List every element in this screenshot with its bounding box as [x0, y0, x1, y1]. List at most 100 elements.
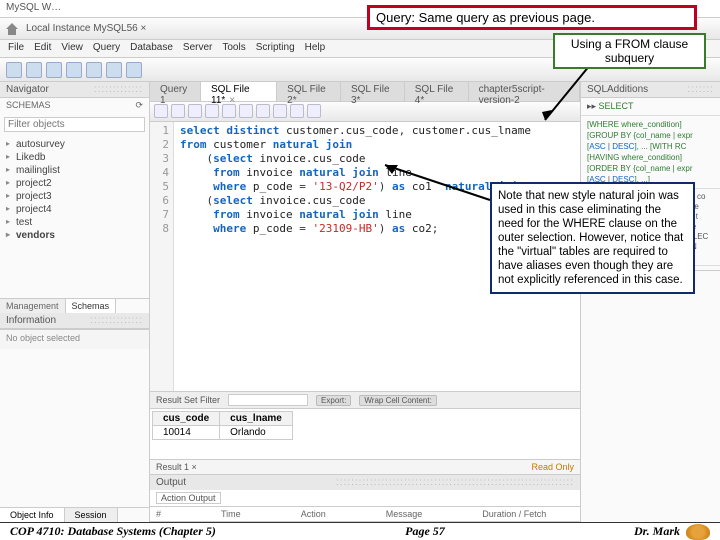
cell[interactable]: 10014	[153, 426, 220, 440]
cell[interactable]: Orlando	[220, 426, 293, 440]
out-col: #	[156, 509, 161, 519]
select-keyword: SELECT	[599, 101, 634, 111]
editor-tool-btn[interactable]	[171, 104, 185, 118]
navigator-header: Navigator :::::::::::::	[0, 82, 149, 98]
iconbar-btn[interactable]	[66, 62, 82, 78]
schema-item[interactable]: project4	[6, 203, 143, 216]
menu-tools[interactable]: Tools	[222, 42, 245, 55]
result-tab[interactable]: Result 1 ×	[156, 462, 197, 472]
menu-edit[interactable]: Edit	[34, 42, 51, 55]
output-header: Output :::::::::::::::::::::::::::::::::…	[150, 474, 580, 490]
schema-item[interactable]: project2	[6, 177, 143, 190]
editor-tool-btn[interactable]	[290, 104, 304, 118]
menu-scripting[interactable]: Scripting	[256, 42, 295, 55]
output-type-select[interactable]: Action Output	[156, 492, 221, 504]
close-icon[interactable]: ×	[229, 95, 235, 106]
slide-footer: COP 4710: Database Systems (Chapter 5) P…	[0, 522, 720, 540]
schemas-label: SCHEMAS	[6, 100, 51, 111]
tab-sqlfile3[interactable]: SQL File 3*	[341, 82, 405, 101]
schema-item[interactable]: project3	[6, 190, 143, 203]
hint-line: [WHERE where_condition]	[587, 119, 714, 130]
annotation-text: Query: Same query as previous page.	[376, 10, 595, 25]
home-icon[interactable]	[4, 21, 20, 37]
result-filter-input[interactable]	[228, 394, 308, 406]
information-header: Information ::::::::::::::	[0, 313, 149, 329]
editor-tool-btn[interactable]	[154, 104, 168, 118]
app-title: MySQL W…	[6, 2, 61, 13]
output-type-row: Action Output	[150, 490, 580, 507]
tab-management[interactable]: Management	[0, 299, 66, 313]
schema-item[interactable]: Likedb	[6, 151, 143, 164]
col-header[interactable]: cus_lname	[220, 412, 293, 426]
editor-tool-btn[interactable]	[188, 104, 202, 118]
result-grid[interactable]: cus_codecus_lname 10014Orlando	[150, 409, 580, 459]
menu-view[interactable]: View	[61, 42, 83, 55]
out-col: Message	[386, 509, 423, 519]
export-label[interactable]: Export:	[316, 395, 351, 406]
editor-tool-btn[interactable]	[273, 104, 287, 118]
editor-tool-btn[interactable]	[239, 104, 253, 118]
schema-item[interactable]: test	[6, 216, 143, 229]
tab-sqlfile4[interactable]: SQL File 4*	[405, 82, 469, 101]
instance-tab[interactable]: Local Instance MySQL56 ×	[26, 23, 146, 34]
iconbar-btn[interactable]	[106, 62, 122, 78]
out-col: Duration / Fetch	[482, 509, 546, 519]
ucf-logo-icon	[686, 524, 710, 540]
tab-sqlfile2[interactable]: SQL File 2*	[277, 82, 341, 101]
tab-schemas[interactable]: Schemas	[66, 299, 117, 313]
editor-tool-btn[interactable]	[307, 104, 321, 118]
result-toolbar: Result Set Filter Export: Wrap Cell Cont…	[150, 391, 580, 409]
line-gutter: 12345678	[150, 122, 174, 391]
out-col: Time	[221, 509, 241, 519]
schema-item[interactable]: vendors	[6, 229, 143, 242]
result-filter-label: Result Set Filter	[156, 395, 220, 405]
editor-tool-btn[interactable]	[205, 104, 219, 118]
panel-dots-icon: ::::::::::::::	[90, 315, 143, 326]
editor-tool-btn[interactable]	[222, 104, 236, 118]
output-title: Output	[156, 477, 186, 488]
hint-line: [GROUP BY {col_name | expr	[587, 130, 714, 141]
iconbar-btn[interactable]	[86, 62, 102, 78]
navigator-title: Navigator	[6, 84, 49, 95]
panel-dots-icon: :::::::	[688, 84, 714, 95]
tab-session[interactable]: Session	[65, 508, 118, 522]
navigator-bottom-tabs: Management Schemas	[0, 298, 149, 313]
schema-item[interactable]: autosurvey	[6, 138, 143, 151]
editor-tool-btn[interactable]	[256, 104, 270, 118]
menu-file[interactable]: File	[8, 42, 24, 55]
wrap-label[interactable]: Wrap Cell Content:	[359, 395, 436, 406]
hint-line: [HAVING where_condition]	[587, 152, 714, 163]
footer-center: Page 57	[405, 524, 445, 539]
menu-server[interactable]: Server	[183, 42, 212, 55]
tab-query1[interactable]: Query 1	[150, 82, 201, 101]
iconbar-btn[interactable]	[46, 62, 62, 78]
menu-database[interactable]: Database	[130, 42, 173, 55]
no-object-text: No object selected	[0, 329, 149, 349]
tab-sqlfile11[interactable]: SQL File 11*×	[201, 82, 277, 101]
schema-item[interactable]: mailinglist	[6, 164, 143, 177]
panel-dots-icon: :::::::::::::	[94, 84, 143, 95]
annotation-text: Note that new style natural join was use…	[498, 190, 683, 286]
panel-dots-icon: ::::::::::::::::::::::::::::::::::::::::…	[336, 477, 574, 488]
arrow-icon	[380, 160, 500, 220]
menu-query[interactable]: Query	[93, 42, 120, 55]
refresh-icon[interactable]: ⟳	[135, 100, 143, 111]
footer-left: COP 4710: Database Systems (Chapter 5)	[10, 524, 216, 539]
editor-area: Query 1 SQL File 11*× SQL File 2* SQL Fi…	[150, 82, 580, 522]
annotation-query: Query: Same query as previous page.	[367, 5, 697, 30]
iconbar-btn[interactable]	[126, 62, 142, 78]
arrow-icon	[540, 60, 600, 130]
annotation-natural-join: Note that new style natural join was use…	[490, 182, 695, 294]
output-columns: # Time Action Message Duration / Fetch	[150, 507, 580, 522]
tab-object-info[interactable]: Object Info	[0, 508, 65, 522]
sqladditions-header: SQLAdditions :::::::	[581, 82, 720, 98]
filter-objects-input[interactable]	[4, 117, 145, 132]
annotation-text: Using a FROM clause subquery	[571, 37, 688, 65]
col-header[interactable]: cus_code	[153, 412, 220, 426]
query-tabs: Query 1 SQL File 11*× SQL File 2* SQL Fi…	[150, 82, 580, 102]
select-template: ▸▸ SELECT	[581, 98, 720, 116]
menu-help[interactable]: Help	[305, 42, 326, 55]
iconbar-btn[interactable]	[6, 62, 22, 78]
iconbar-btn[interactable]	[26, 62, 42, 78]
schema-tree[interactable]: autosurvey Likedb mailinglist project2 p…	[0, 136, 149, 298]
